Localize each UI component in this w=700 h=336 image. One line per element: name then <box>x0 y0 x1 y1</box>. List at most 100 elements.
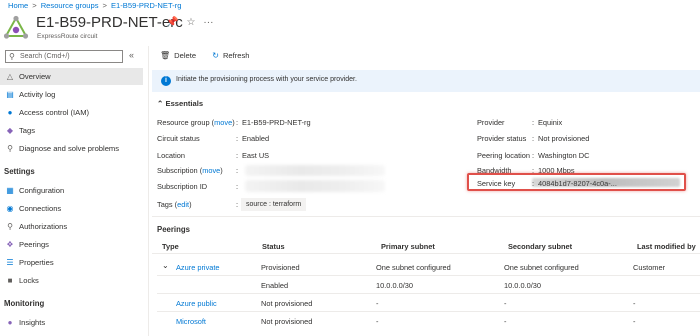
breadcrumb-home[interactable]: Home <box>8 1 28 10</box>
refresh-icon: ↻ <box>212 51 219 60</box>
resource-group-link[interactable]: E1-B59-PRD-NET-rg <box>242 118 311 127</box>
column-header-last-modified[interactable]: Last modified by <box>637 242 696 251</box>
location-label: Location <box>157 151 185 160</box>
colon: : <box>236 182 239 191</box>
sidebar-item-overview[interactable]: △ Overview <box>0 68 143 85</box>
sidebar-divider <box>148 46 149 336</box>
tag-chip[interactable]: source : terraform <box>241 198 307 211</box>
sidebar-item-label: Properties <box>19 258 54 267</box>
sidebar: ⚲ Search (Cmd+/) « △ Overview ▤ Activity lo… <box>0 46 143 336</box>
peering-type-link[interactable]: Azure private <box>176 263 220 272</box>
sidebar-section-settings: Settings <box>4 167 35 176</box>
move-resource-group-link[interactable]: move <box>214 118 232 127</box>
column-header-status[interactable]: Status <box>262 242 285 251</box>
sidebar-item-configuration[interactable]: ▦ Configuration <box>0 182 143 199</box>
provider-status-label: Provider status <box>477 134 527 143</box>
connections-icon: ◉ <box>6 204 14 213</box>
search-placeholder: Search (Cmd+/) <box>20 53 70 60</box>
location-value: East US <box>242 151 270 160</box>
search-icon: ⚲ <box>9 52 15 61</box>
provider-label: Provider <box>477 118 505 127</box>
sidebar-item-properties[interactable]: ☰ Properties <box>0 254 143 271</box>
peering-location-label: Peering location <box>477 151 531 160</box>
pin-icon[interactable]: 📌 <box>166 17 178 28</box>
sidebar-item-tags[interactable]: ◆ Tags <box>0 122 143 139</box>
table-cell: - <box>376 299 379 308</box>
table-cell: - <box>633 317 636 326</box>
refresh-label: Refresh <box>222 51 250 60</box>
resource-group-label: Resource group (move) <box>157 118 235 127</box>
sidebar-item-label: Peerings <box>19 240 49 249</box>
column-header-type[interactable]: Type <box>162 242 179 251</box>
section-divider <box>152 216 700 217</box>
table-cell: - <box>633 299 636 308</box>
column-header-primary-subnet[interactable]: Primary subnet <box>381 242 435 251</box>
essentials-header: Essentials <box>165 99 204 108</box>
collapse-sidebar-icon[interactable]: « <box>129 50 134 60</box>
breadcrumb: Home > Resource groups > E1-B59-PRD-NET-rg <box>8 1 181 10</box>
sidebar-item-label: Tags <box>19 126 36 135</box>
title-actions: 📌 ☆ ··· <box>166 17 221 28</box>
sidebar-item-peerings[interactable]: ❖ Peerings <box>0 236 143 253</box>
row-divider <box>157 293 700 294</box>
colon: : <box>532 151 535 160</box>
sidebar-item-authorizations[interactable]: ⚲ Authorizations <box>0 218 143 235</box>
row-divider <box>157 311 700 312</box>
peering-type-link[interactable]: Microsoft <box>176 317 206 326</box>
sidebar-item-connections[interactable]: ◉ Connections <box>0 200 143 217</box>
breadcrumb-resource-groups[interactable]: Resource groups <box>41 1 99 10</box>
table-cell: - <box>504 317 507 326</box>
sidebar-item-label: Locks <box>19 276 39 285</box>
peerings-icon: ❖ <box>6 240 14 249</box>
properties-icon: ☰ <box>6 258 14 267</box>
chevron-down-icon[interactable]: ⌄ <box>162 261 169 270</box>
sidebar-section-monitoring: Monitoring <box>4 299 45 308</box>
provider-value: Equinix <box>538 118 563 127</box>
highlight-box <box>467 173 686 191</box>
table-cell: - <box>376 317 379 326</box>
table-cell: 10.0.0.0/30 <box>376 281 413 290</box>
sidebar-item-label: Configuration <box>19 186 65 195</box>
search-input[interactable]: ⚲ Search (Cmd+/) <box>5 50 123 63</box>
circuit-status-value: Enabled <box>242 134 270 143</box>
config-icon: ▦ <box>6 186 14 195</box>
peering-type-link[interactable]: Azure public <box>176 299 217 308</box>
peering-location-value: Washington DC <box>538 151 590 160</box>
sidebar-item-insights[interactable]: ● Insights <box>0 314 143 331</box>
star-icon[interactable]: ☆ <box>186 17 195 28</box>
chevron-up-icon: ⌃ <box>157 99 164 108</box>
trash-icon: 🗑 <box>160 51 171 60</box>
table-cell: One subnet configured <box>504 263 579 272</box>
sidebar-item-locks[interactable]: ■ Locks <box>0 272 143 289</box>
breadcrumb-separator: > <box>102 1 107 10</box>
triangle-icon: △ <box>6 72 14 81</box>
essentials-toggle[interactable]: ⌃ Essentials <box>157 99 203 108</box>
sidebar-item-diagnose[interactable]: ⚲ Diagnose and solve problems <box>0 140 143 157</box>
colon: : <box>236 151 239 160</box>
circuit-status-label: Circuit status <box>157 134 200 143</box>
table-cell: One subnet configured <box>376 263 451 272</box>
delete-label: Delete <box>174 51 197 60</box>
table-cell: - <box>504 299 507 308</box>
sidebar-item-activity-log[interactable]: ▤ Activity log <box>0 86 143 103</box>
breadcrumb-separator: > <box>32 1 37 10</box>
column-header-secondary-subnet[interactable]: Secondary subnet <box>508 242 572 251</box>
colon: : <box>236 166 239 175</box>
insights-icon: ● <box>7 318 13 327</box>
refresh-button[interactable]: ↻ Refresh <box>212 51 249 60</box>
sidebar-item-access-control[interactable]: ● Access control (IAM) <box>0 104 143 121</box>
page-title: E1-B59-PRD-NET-erc <box>36 14 183 31</box>
edit-tags-link[interactable]: edit <box>177 200 189 209</box>
sidebar-item-label: Access control (IAM) <box>19 108 90 117</box>
subscription-label: Subscription (move) <box>157 166 223 175</box>
colon: : <box>532 134 535 143</box>
subscription-id-label: Subscription ID <box>157 182 208 191</box>
sidebar-item-label: Overview <box>19 72 51 81</box>
delete-button[interactable]: 🗑 Delete <box>160 51 196 60</box>
move-subscription-link[interactable]: move <box>202 166 220 175</box>
peerings-header: Peerings <box>157 225 190 234</box>
sidebar-item-label: Insights <box>19 318 46 327</box>
breadcrumb-resource-group[interactable]: E1-B59-PRD-NET-rg <box>111 1 181 10</box>
more-icon[interactable]: ··· <box>203 17 213 28</box>
info-banner[interactable]: i Initiate the provisioning process with… <box>152 70 700 92</box>
